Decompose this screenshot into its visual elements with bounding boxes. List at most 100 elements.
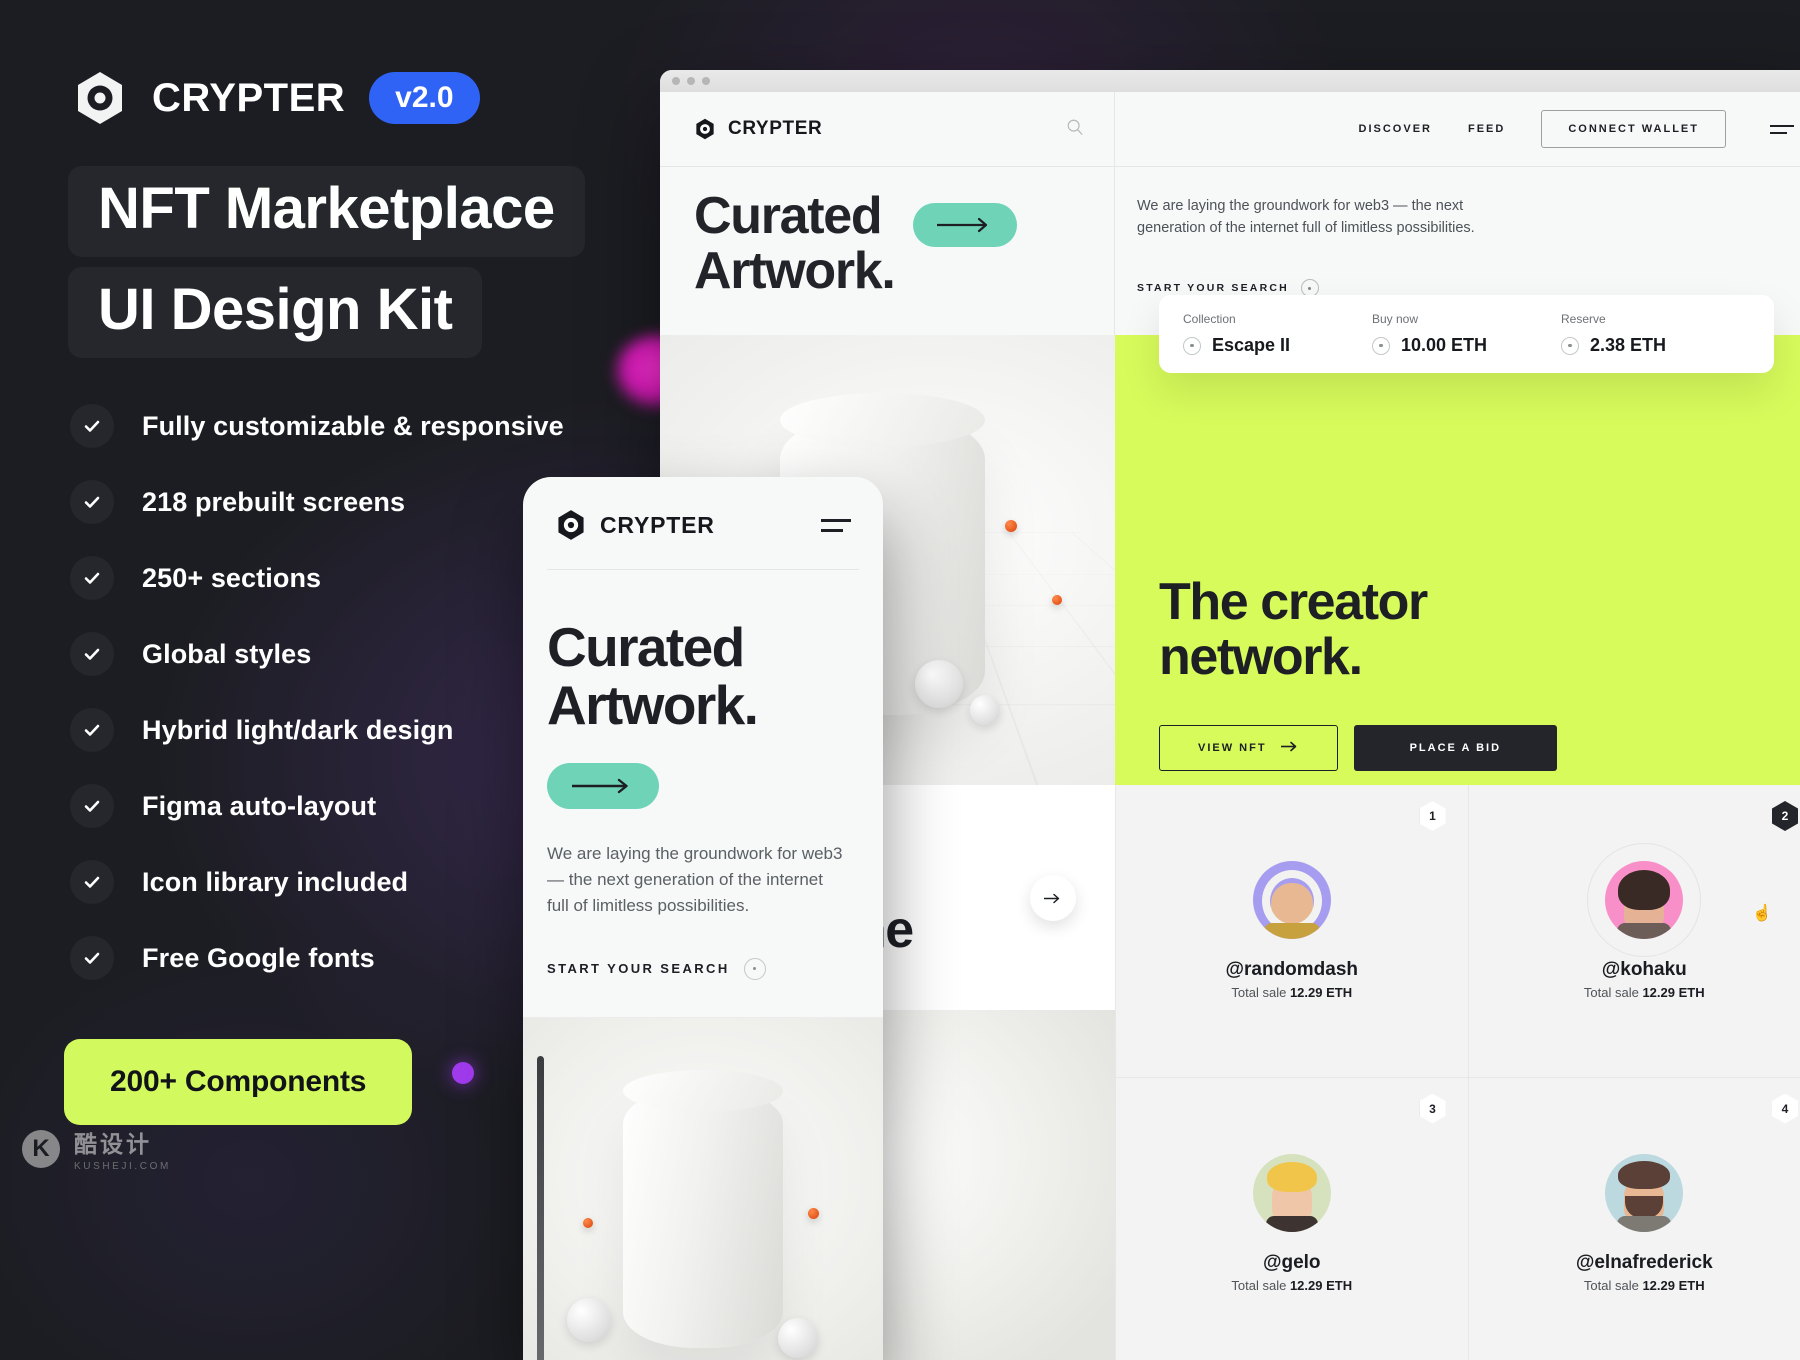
feature-label: 218 prebuilt screens [142,486,406,517]
mobile-title-line-2: Artwork. [547,674,759,737]
window-maximize-icon[interactable] [702,77,710,85]
feature-label: Icon library included [142,866,409,897]
list-item: Hybrid light/dark design [70,692,564,768]
promo-title-line-1: NFT Marketplace [68,166,585,257]
avatar-hair [1266,1161,1317,1192]
creator-handle: @kohaku [1601,959,1687,981]
check-icon [70,784,114,828]
decor-sphere [915,660,963,708]
feature-label: Free Google fonts [142,942,375,973]
promo-composition: CRYPTER v2.0 NFT Marketplace UI Design K… [0,0,1800,1360]
rank-badge: 3 [1419,1093,1446,1124]
creator-total-sale: Total sale 12.29 ETH [1584,985,1705,1000]
rank-badge: 2 [1772,801,1798,831]
promo-title-nft: NFT [98,176,225,241]
total-sale-value: 12.29 ETH [1642,1277,1705,1293]
watermark: K 酷设计 KUSHEJI.COM [22,1125,171,1172]
feature-label: 250+ sections [142,562,322,593]
arrow-right-icon[interactable] [912,203,1017,247]
avatar [1252,861,1331,940]
connect-wallet-button[interactable]: CONNECT WALLET [1541,110,1726,148]
arrow-right-icon[interactable] [547,762,659,809]
check-icon [70,480,114,524]
mouse-cursor-icon: ☝ [1752,905,1772,922]
avatar-body [1617,923,1672,940]
avatar-collar [1263,923,1320,940]
total-sale-label: Total sale [1583,1277,1643,1293]
reserve-field: Reserve 2.38 ETH [1561,312,1750,356]
list-item: 218 prebuilt screens [70,464,564,540]
total-sale-label: Total sale [1583,985,1643,1001]
creator-total-sale: Total sale 12.29 ETH [1584,1278,1705,1293]
mobile-start-your-search-link[interactable]: START YOUR SEARCH [523,920,883,980]
hero-title-line-2: Artwork. [694,241,896,300]
search-icon[interactable] [1066,118,1084,141]
promo-title: NFT Marketplace UI Design Kit [68,166,680,368]
view-nft-button[interactable]: VIEW NFT [1159,725,1338,771]
avatar [1605,1153,1684,1232]
reserve-value-row: 2.38 ETH [1561,335,1750,356]
next-arrow-button[interactable] [1030,875,1076,921]
list-item: Figma auto-layout [70,768,564,844]
nav-link-discover[interactable]: DISCOVER [1359,123,1432,135]
crypter-logo-icon [72,70,128,126]
hamburger-icon[interactable] [1770,124,1794,134]
dot-circle-icon [743,957,766,980]
decor-sphere [778,1317,818,1358]
mobile-hero-title: Curated Artwork. [523,570,883,735]
mobile-logo[interactable]: CRYPTER [555,509,715,541]
decor-sphere-orange [808,1207,819,1219]
creator-card[interactable]: 2 @kohaku Total sale 12.29 ETH ☝ [1467,785,1800,1078]
avatar [1252,1153,1331,1232]
total-sale-value: 12.29 ETH [1642,985,1705,1001]
total-sale-value: 12.29 ETH [1289,1277,1353,1293]
start-your-search-label: START YOUR SEARCH [1137,282,1289,295]
creator-network-panel: Collection Escape II Buy now 10.00 ETH R… [1115,295,1800,785]
creator-card[interactable]: 4 @elnafrederick Total sale 12.29 ETH [1467,1077,1800,1360]
rank-badge: 4 [1772,1093,1798,1124]
buy-now-label: Buy now [1372,312,1419,326]
nav-link-feed[interactable]: FEED [1468,123,1505,135]
total-sale-value: 12.29 ETH [1289,985,1353,1001]
site-navbar: CRYPTER DISCOVER FEED CONNECT WALLET [660,92,1800,166]
feature-label: Figma auto-layout [142,790,377,821]
decor-sphere [567,1297,611,1342]
check-icon [70,556,114,600]
collection-field: Collection Escape II [1183,312,1372,356]
site-logo[interactable]: CRYPTER [694,118,822,140]
check-icon [70,404,114,448]
creator-card[interactable]: 3 @gelo Total sale 12.29 ETH [1115,1077,1468,1360]
buy-now-value: 10.00 ETH [1401,335,1488,355]
mobile-artwork-preview [523,1016,883,1360]
watermark-logo-icon: K [22,1129,60,1168]
collection-value: Escape II [1212,335,1291,355]
artwork-cylinder-top [780,393,985,447]
decor-bar [537,1055,544,1360]
mobile-navbar: CRYPTER [523,477,883,541]
collection-card: Collection Escape II Buy now 10.00 ETH R… [1159,295,1774,373]
creator-handle: @elnafrederick [1575,1251,1713,1273]
collection-label: Collection [1183,312,1236,326]
avatar-body [1617,1215,1672,1232]
place-a-bid-button[interactable]: PLACE A BID [1353,725,1558,771]
decor-sphere-orange [1052,595,1062,605]
artwork-cylinder [623,1087,783,1348]
site-brand-name: CRYPTER [728,118,823,139]
arrow-right-icon [1280,741,1299,755]
browser-titlebar [660,70,1800,92]
window-close-icon[interactable] [672,77,680,85]
buy-now-field: Buy now 10.00 ETH [1372,312,1561,356]
decor-purple-dot [452,1062,474,1084]
creator-card[interactable]: 1 @randomdash Total sale 12.29 ETH [1115,785,1468,1078]
mobile-start-your-search-label: START YOUR SEARCH [547,961,730,977]
creator-network-title: The creator network. [1159,574,1428,685]
window-minimize-icon[interactable] [687,77,695,85]
promo-title-marketplace: Marketplace [224,176,555,241]
check-icon [70,936,114,980]
feature-label: Global styles [142,638,312,669]
hamburger-icon[interactable] [821,518,851,532]
hero-left: Curated Artwork. [660,167,1115,335]
avatar-body [1265,1215,1318,1232]
version-badge: v2.0 [369,72,480,124]
list-item: Icon library included [70,844,564,920]
